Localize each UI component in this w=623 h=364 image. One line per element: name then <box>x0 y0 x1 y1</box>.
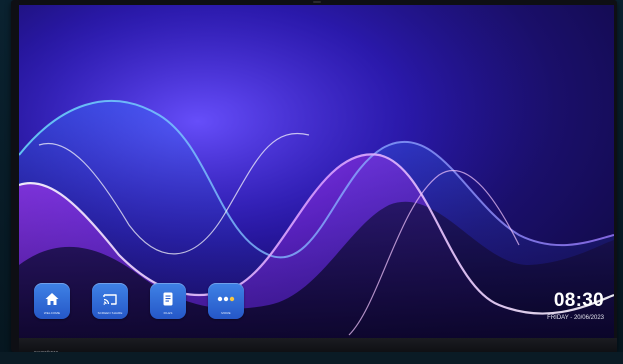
clock-day: FRIDAY <box>547 315 569 321</box>
screen-share-button[interactable]: SCREEN SHARE <box>92 283 128 319</box>
app-more[interactable]: MORE <box>207 283 245 319</box>
document-icon <box>163 292 173 305</box>
app-label: SCREEN SHARE <box>97 311 123 315</box>
clock-time: 08:30 <box>553 290 604 311</box>
app-welcome[interactable]: WELCOME <box>33 283 71 319</box>
camera-sensor <box>313 1 321 3</box>
clock-date-value: 20/06/2023 <box>573 315 604 321</box>
app-files[interactable]: FILES <box>149 283 187 319</box>
display-scene: WELCOME SCREEN SHARE FILES MORE 08:30 FR… <box>0 0 623 364</box>
more-button[interactable]: MORE <box>208 283 244 319</box>
clock-date: FRIDAY - 20/06/2023 <box>547 315 604 321</box>
app-label: FILES <box>163 311 173 315</box>
clock-widget: 08:30 FRIDAY - 20/06/2023 <box>547 291 604 321</box>
app-screen-share[interactable]: SCREEN SHARE <box>91 283 129 319</box>
app-label: WELCOME <box>43 311 61 315</box>
display-stand-shadow <box>0 352 623 364</box>
more-dots-icon <box>217 296 235 301</box>
welcome-button[interactable]: WELCOME <box>34 283 70 319</box>
home-screen: WELCOME SCREEN SHARE FILES MORE 08:30 FR… <box>19 5 614 338</box>
app-dock: WELCOME SCREEN SHARE FILES MORE <box>33 283 245 319</box>
app-label: MORE <box>221 311 231 315</box>
display-bottom-bezel <box>19 338 617 352</box>
home-icon <box>45 292 59 305</box>
files-button[interactable]: FILES <box>150 283 186 319</box>
cast-icon <box>103 293 117 305</box>
